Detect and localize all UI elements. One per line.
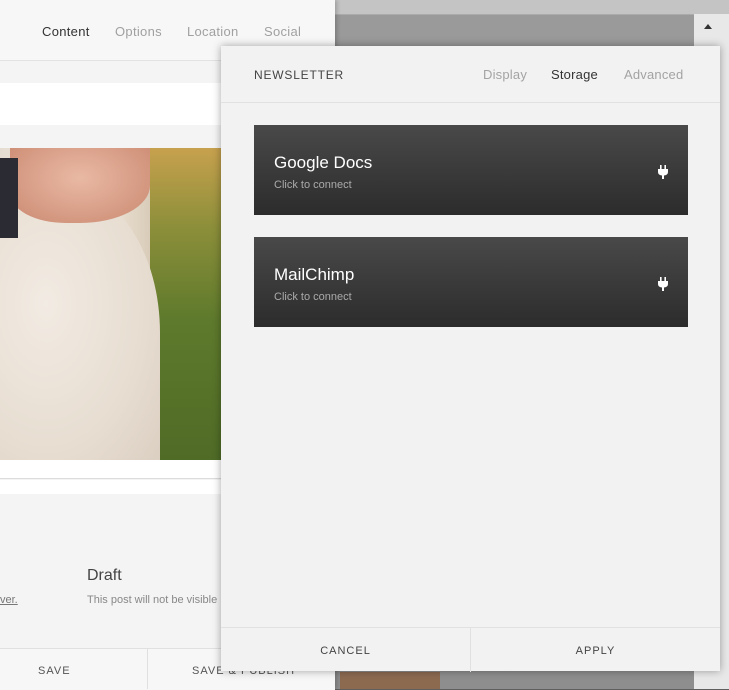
plug-icon: [658, 277, 668, 291]
draft-status-description: This post will not be visible: [87, 594, 218, 606]
newsletter-panel: NEWSLETTER Display Storage Advanced Goog…: [221, 46, 720, 672]
tab-options[interactable]: Options: [115, 24, 162, 39]
panel-header: NEWSLETTER Display Storage Advanced: [221, 46, 720, 103]
google-docs-connect-button[interactable]: Google Docs Click to connect: [254, 125, 688, 215]
cancel-button[interactable]: CANCEL: [221, 628, 470, 672]
photo-background: [150, 148, 222, 460]
post-title-input[interactable]: [0, 83, 222, 125]
scroll-up-arrow-icon[interactable]: [704, 24, 712, 29]
photo-hands: [10, 148, 150, 223]
post-thumbnail-image[interactable]: [0, 148, 222, 460]
tab-content[interactable]: Content: [42, 24, 90, 39]
tab-location[interactable]: Location: [187, 24, 239, 39]
content-area: [0, 480, 222, 494]
service-name: MailChimp: [274, 265, 355, 284]
save-button[interactable]: SAVE: [38, 665, 71, 677]
mailchimp-connect-button[interactable]: MailChimp Click to connect: [254, 237, 688, 327]
apply-button[interactable]: APPLY: [471, 628, 720, 672]
photo-dress: [0, 188, 160, 460]
background-header: [335, 0, 729, 14]
service-subtitle: Click to connect: [274, 291, 352, 303]
tab-display[interactable]: Display: [483, 67, 527, 82]
tab-social[interactable]: Social: [264, 24, 301, 39]
panel-title: NEWSLETTER: [254, 68, 345, 82]
service-name: Google Docs: [274, 153, 373, 172]
divider: [0, 478, 222, 479]
photo-suit: [0, 158, 18, 238]
tab-storage[interactable]: Storage: [551, 67, 598, 82]
tab-advanced[interactable]: Advanced: [624, 67, 683, 82]
image-caption-area: [0, 460, 222, 478]
footer-divider: [147, 649, 148, 689]
plug-icon: [658, 165, 668, 179]
status-option-link[interactable]: ver.: [0, 594, 18, 606]
panel-footer: CANCEL APPLY: [221, 627, 720, 672]
service-subtitle: Click to connect: [274, 179, 352, 191]
draft-status-title[interactable]: Draft: [87, 567, 122, 585]
background-image-strip: [340, 672, 440, 689]
